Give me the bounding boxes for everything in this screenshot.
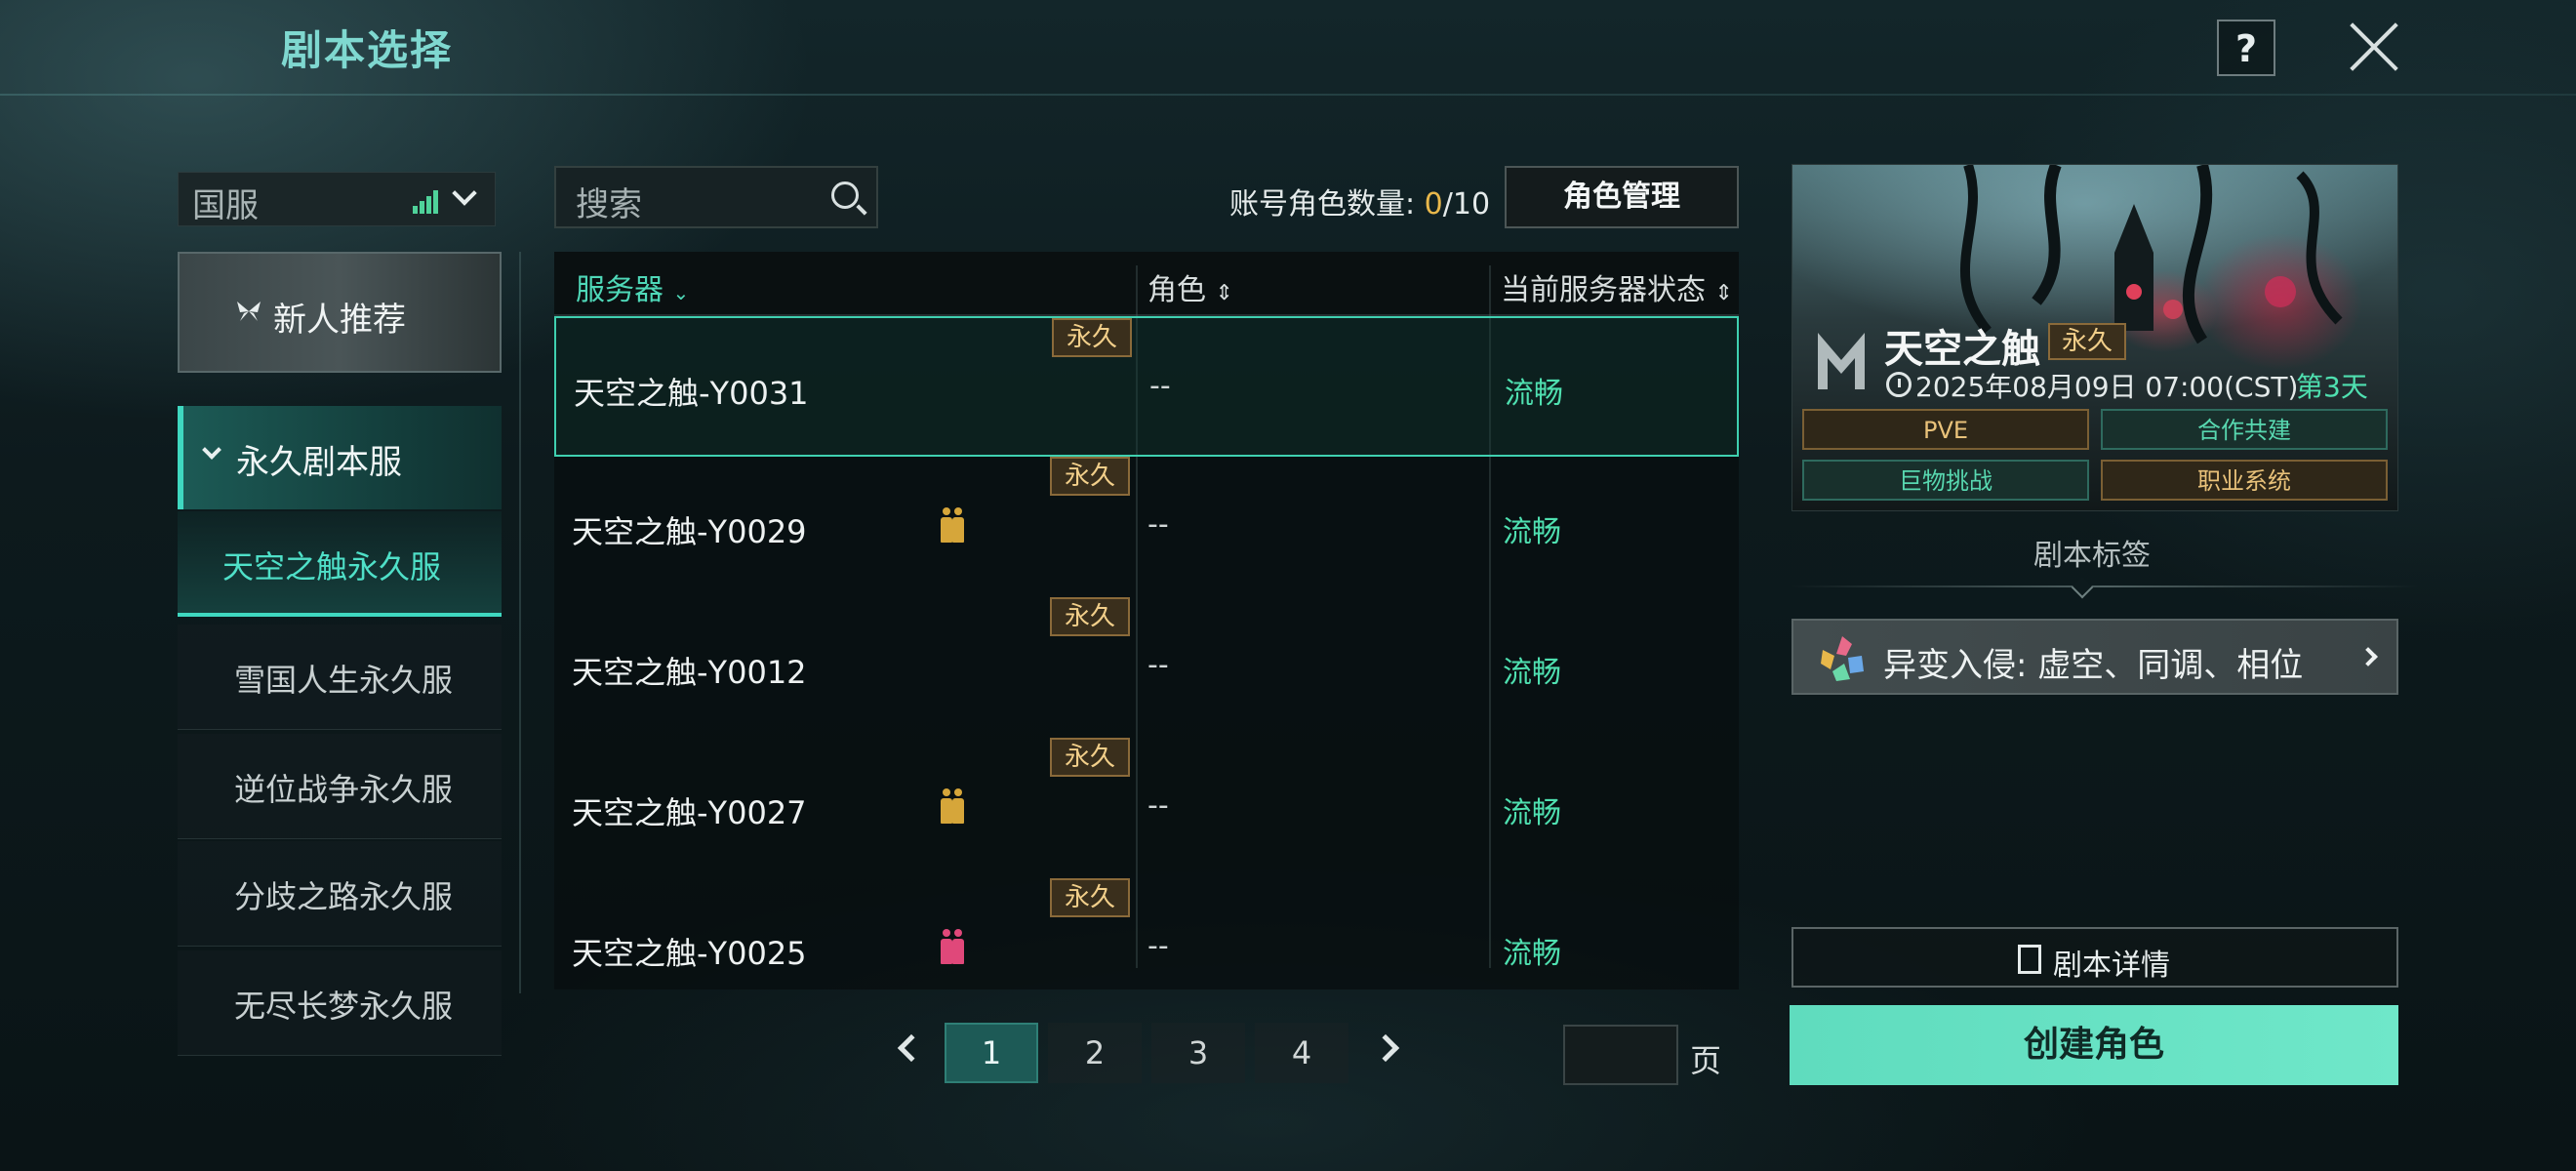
server-table: 服务器 ⌄ 角色 ⇕ 当前服务器状态 ⇕ 天空之触-Y0031 永久 -- 流畅 天空之… [554, 252, 1739, 989]
sub-item-divergent-road[interactable]: 分歧之路永久服 [178, 841, 502, 947]
day-count: 第3天 [2296, 371, 2368, 403]
role-management-button[interactable]: 角色管理 [1505, 166, 1739, 228]
left-column-divider [519, 252, 521, 993]
category-permanent[interactable]: 永久剧本服 [178, 406, 502, 509]
region-value: 国服 [192, 186, 259, 225]
status-value: 流畅 [1505, 377, 1563, 411]
sub-item-snow-life[interactable]: 雪国人生永久服 [178, 625, 502, 730]
divider-notch [2071, 576, 2094, 599]
search-icon[interactable] [831, 182, 859, 209]
puzzle-icon [1821, 636, 1864, 681]
game-logo-icon [1818, 333, 1865, 389]
page-1[interactable]: 1 [945, 1023, 1038, 1083]
people-icon [941, 788, 970, 831]
page-jump-input[interactable] [1563, 1025, 1678, 1085]
sub-item-label: 雪国人生永久服 [234, 662, 454, 699]
server-name: 天空之触-Y0029 [572, 513, 807, 550]
page-3[interactable]: 3 [1151, 1023, 1245, 1083]
permanent-tag: 永久 [1050, 457, 1130, 496]
tag-entry-label: 异变入侵: 虚空、同调、相位 [1883, 646, 2304, 685]
server-name: 天空之触-Y0012 [572, 654, 807, 691]
region-dropdown[interactable]: 国服 [178, 172, 496, 226]
status-value: 流畅 [1503, 796, 1561, 830]
role-count-max: /10 [1442, 187, 1491, 222]
role-value: -- [1147, 929, 1169, 963]
server-name: 天空之触-Y0031 [574, 375, 809, 412]
sub-item-sky-touch[interactable]: 天空之触永久服 [178, 511, 502, 617]
table-header: 服务器 ⌄ 角色 ⇕ 当前服务器状态 ⇕ [554, 252, 1739, 316]
feature-tag: 巨物挑战 [1802, 460, 2089, 501]
table-row[interactable]: 天空之触-Y0012 永久 -- 流畅 [554, 597, 1739, 738]
sub-item-label: 天空之触永久服 [222, 548, 442, 586]
role-value: -- [1147, 788, 1169, 823]
help-button[interactable]: ? [2217, 20, 2275, 76]
people-icon [941, 507, 970, 550]
role-value: -- [1147, 648, 1169, 682]
search-input[interactable]: 搜索 [554, 166, 878, 228]
people-icon [941, 929, 970, 972]
status-value: 流畅 [1503, 515, 1561, 549]
script-details-button[interactable]: 剧本详情 [1791, 927, 2398, 988]
chevron-down-icon [452, 181, 477, 206]
account-role-count: 账号角色数量: 0/10 [1229, 187, 1491, 222]
column-role[interactable]: 角色 ⇕ [1147, 265, 1233, 308]
next-page-arrow[interactable] [1371, 1033, 1400, 1063]
status-value: 流畅 [1503, 656, 1561, 690]
role-count-current: 0 [1424, 187, 1443, 222]
role-value: -- [1147, 507, 1169, 542]
newbie-recommend-label: 新人推荐 [273, 301, 406, 340]
table-row[interactable]: 天空之触-Y0025 永久 -- 流畅 [554, 878, 1739, 1019]
clock-icon [1886, 372, 1912, 397]
permanent-tag: 永久 [1050, 878, 1130, 917]
chevron-down-icon [202, 440, 221, 460]
create-character-label: 创建角色 [2023, 1025, 2164, 1065]
table-row[interactable]: 天空之触-Y0029 永久 -- 流畅 [554, 457, 1739, 597]
script-banner: 天空之触 永久 2025年08月09日 07:00(CST) 第3天 PVE 合… [1791, 164, 2398, 511]
feature-tag: 职业系统 [2101, 460, 2388, 501]
page-title: 剧本选择 [281, 26, 454, 74]
sub-item-label: 分歧之路永久服 [234, 878, 454, 915]
newbie-recommend-button[interactable]: 新人推荐 [178, 252, 502, 373]
permanent-tag: 永久 [2048, 323, 2126, 360]
permanent-tag: 永久 [1050, 738, 1130, 777]
feature-tag: 合作共建 [2101, 409, 2388, 450]
close-button[interactable] [2346, 18, 2400, 78]
role-value: -- [1149, 369, 1171, 403]
sub-item-endless-dream[interactable]: 无尽长梦永久服 [178, 950, 502, 1056]
document-icon [2018, 945, 2041, 974]
launch-date: 2025年08月09日 07:00(CST) [1915, 371, 2299, 403]
sub-item-label: 逆位战争永久服 [234, 771, 454, 808]
page-unit-label: 页 [1690, 1042, 1722, 1079]
prev-page-arrow[interactable] [897, 1033, 926, 1063]
feature-tag: PVE [1802, 409, 2089, 450]
butterfly-icon [237, 302, 261, 321]
page-2[interactable]: 2 [1048, 1023, 1142, 1083]
script-details-label: 剧本详情 [2053, 949, 2170, 983]
page-4[interactable]: 4 [1255, 1023, 1348, 1083]
server-name: 天空之触-Y0027 [572, 794, 807, 831]
sub-item-label: 无尽长梦永久服 [234, 988, 454, 1025]
category-label: 永久剧本服 [236, 443, 402, 482]
permanent-tag: 永久 [1052, 318, 1132, 357]
script-tags-heading: 剧本标签 [2033, 539, 2151, 573]
header-divider [0, 94, 2576, 96]
status-value: 流畅 [1503, 937, 1561, 971]
column-status[interactable]: 当前服务器状态 ⇕ [1501, 265, 1733, 308]
table-row[interactable]: 天空之触-Y0027 永久 -- 流畅 [554, 738, 1739, 878]
table-row[interactable]: 天空之触-Y0031 永久 -- 流畅 [554, 316, 1739, 457]
column-server[interactable]: 服务器 ⌄ [576, 265, 689, 308]
permanent-tag: 永久 [1050, 597, 1130, 636]
section-divider [1791, 586, 2418, 587]
chevron-right-icon [2358, 647, 2378, 666]
server-name: 天空之触-Y0025 [572, 935, 807, 972]
create-character-button[interactable]: 创建角色 [1790, 1005, 2398, 1085]
signal-icon [413, 190, 442, 214]
search-placeholder: 搜索 [576, 185, 642, 224]
mutation-invasion-tag-button[interactable]: 异变入侵: 虚空、同调、相位 [1791, 619, 2398, 695]
sub-item-reverse-war[interactable]: 逆位战争永久服 [178, 734, 502, 839]
